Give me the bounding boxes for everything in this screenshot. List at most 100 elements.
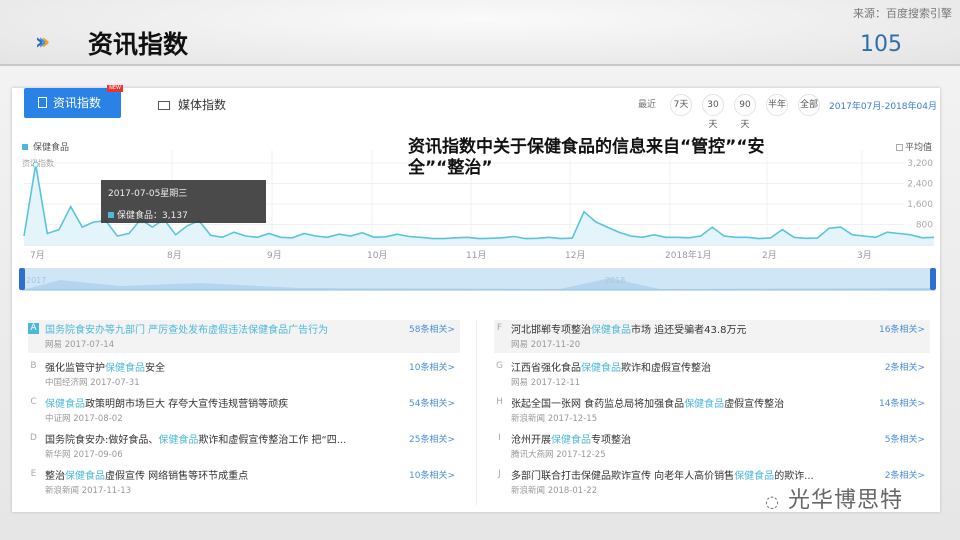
news-source-date: 新浪新闻 2017-12-15 [511, 414, 598, 424]
tooltip-swatch [108, 212, 114, 218]
x-tick-label: 7月 [30, 250, 45, 261]
news-headline[interactable]: 张起全国一张网 食药监总局将加强食品保健食品虚假宣传整治 [511, 395, 784, 410]
keyword-highlight: 保健食品 [65, 471, 105, 482]
news-source-date: 新华网 2017-09-06 [45, 450, 123, 460]
headline-text: 虚假宣传 网络销售等环节成重点 [105, 471, 249, 482]
news-item[interactable]: E 整治保健食品虚假宣传 网络销售等环节成重点 新浪新闻 2017-11-13 … [28, 466, 460, 500]
item-letter: E [30, 469, 37, 479]
news-source-date: 中国经济网 2017-07-31 [45, 378, 140, 388]
headline-text: 政策明朗市场巨大 存夸大宣传违规营销等顽疾 [85, 399, 289, 410]
related-count-link[interactable]: 58条相关> [409, 322, 455, 335]
news-headline[interactable]: 强化监管守护保健食品安全 [45, 359, 165, 374]
keyword-highlight: 保健食品 [581, 363, 621, 374]
item-letter: B [30, 361, 37, 371]
headline-text: 专项整治 [591, 435, 631, 446]
news-headline[interactable]: 多部门联合打击保健品欺诈宣传 向老年人高价销售保健食品的欺诈... [511, 467, 814, 482]
news-item[interactable]: D 国务院食安办:做好食品、保健食品欺诈和虚假宣传整治工作 把“四... 新华网… [28, 430, 460, 464]
x-tick-label: 11月 [466, 250, 486, 261]
keyword-highlight: 保健食品 [158, 435, 199, 446]
related-count-link[interactable]: 2条相关> [885, 360, 925, 373]
item-letter: C [30, 397, 37, 407]
related-count-link[interactable]: 5条相关> [885, 432, 925, 445]
related-count-link[interactable]: 25条相关> [409, 432, 455, 445]
headline-text: 江西省强化食品 [511, 363, 581, 374]
related-count-link[interactable]: 2条相关> [885, 468, 925, 481]
headline-text: 国务院食安办:做好食品、 [45, 435, 159, 446]
y-tick-label: 800 [916, 221, 933, 231]
headline-text: 的欺诈... [774, 471, 814, 482]
related-count-link[interactable]: 54条相关> [409, 396, 455, 409]
news-headline[interactable]: 保健食品政策明朗市场巨大 存夸大宣传违规营销等顽疾 [45, 395, 288, 410]
item-letter: D [30, 433, 37, 443]
related-count-link[interactable]: 14条相关> [879, 396, 925, 409]
x-tick-label: 2018年1月 [665, 249, 712, 261]
news-item[interactable]: H 张起全国一张网 食药监总局将加强食品保健食品虚假宣传整治 新浪新闻 2017… [494, 394, 930, 428]
y-tick-label: 2,400 [907, 180, 933, 190]
item-letter: A [28, 323, 39, 334]
item-letter: J [498, 469, 501, 479]
watermark: ◌ 光华博思特 [765, 482, 903, 514]
x-tick-label: 10月 [367, 250, 387, 261]
news-source-date: 网易 2017-07-14 [45, 340, 115, 350]
item-letter: G [496, 361, 503, 371]
headline-text: 虚假宣传整治 [724, 399, 785, 410]
x-tick-label: 3月 [857, 250, 872, 261]
x-tick-label: 12月 [565, 250, 585, 261]
news-headline[interactable]: 整治保健食品虚假宣传 网络销售等环节成重点 [45, 467, 248, 482]
headline-text: 安全 [145, 363, 165, 374]
news-headline[interactable]: 河北邯郸专项整治保健食品市场 追还受骗者43.8万元 [511, 321, 746, 336]
related-count-link[interactable]: 10条相关> [409, 360, 455, 373]
annotation-text: 资讯指数中关于保健食品的信息来自“管控”“安全”“整治” [408, 137, 765, 178]
y-tick-label: 1,600 [907, 200, 933, 210]
navigator-mid-label: 2018 [605, 276, 625, 285]
headline-text: 欺诈和虚假宣传整治 [621, 363, 711, 374]
navigator-start-label: 2017 [26, 276, 46, 285]
headline-text: 欺诈和虚假宣传整治工作 把“四... [198, 435, 347, 446]
wechat-icon: ◌ [765, 492, 780, 511]
item-letter: H [496, 397, 503, 407]
data-point [32, 161, 39, 168]
item-letter: I [498, 433, 501, 443]
keyword-highlight: 保健食品 [591, 325, 631, 336]
news-headline[interactable]: 沧州开展保健食品专项整治 [511, 431, 631, 446]
news-source-date: 网易 2017-11-20 [511, 340, 581, 350]
news-item[interactable]: G 江西省强化食品保健食品欺诈和虚假宣传整治 网易 2017-12-11 2条相… [494, 358, 930, 392]
headline-text: 国务院食安办等九部门 严厉查处发布虚假违法保健食品广告行为 [45, 325, 329, 336]
tooltip-series: 保健食品 [117, 211, 154, 221]
navigator-right-handle[interactable] [930, 268, 936, 290]
related-count-link[interactable]: 16条相关> [879, 322, 925, 335]
news-source-date: 腾讯大燕网 2017-12-25 [511, 450, 606, 460]
related-count-link[interactable]: 10条相关> [409, 468, 455, 481]
news-item[interactable]: A 国务院食安办等九部门 严厉查处发布虚假违法保健食品广告行为 网易 2017-… [28, 320, 460, 353]
headline-text: 整治 [45, 471, 65, 482]
news-item[interactable]: F 河北邯郸专项整治保健食品市场 追还受骗者43.8万元 网易 2017-11-… [494, 320, 930, 353]
headline-text: 沧州开展 [511, 435, 551, 446]
news-item[interactable]: I 沧州开展保健食品专项整治 腾讯大燕网 2017-12-25 5条相关> [494, 430, 930, 464]
x-tick-label: 2月 [762, 250, 777, 261]
keyword-highlight: 保健食品 [551, 435, 591, 446]
headline-text: 市场 追还受骗者43.8万元 [631, 325, 747, 336]
news-headline[interactable]: 国务院食安办:做好食品、保健食品欺诈和虚假宣传整治工作 把“四... [45, 431, 346, 446]
x-tick-label: 9月 [267, 250, 282, 261]
news-headline[interactable]: 国务院食安办等九部门 严厉查处发布虚假违法保健食品广告行为 [45, 321, 328, 336]
headline-text: 强化监管守护 [45, 363, 105, 374]
keyword-highlight: 保健食品 [105, 363, 145, 374]
news-source-date: 新浪新闻 2017-11-13 [45, 486, 132, 496]
keyword-highlight: 保健食品 [734, 471, 775, 482]
news-source-date: 中证网 2017-08-02 [45, 414, 123, 424]
tooltip-value: 3,137 [162, 211, 188, 221]
headline-text: 张起全国一张网 食药监总局将加强食品 [511, 399, 685, 410]
news-source-date: 新浪新闻 2018-01-22 [511, 486, 598, 496]
news-item[interactable]: C 保健食品政策明朗市场巨大 存夸大宣传违规营销等顽疾 中证网 2017-08-… [28, 394, 460, 428]
keyword-highlight: 保健食品 [45, 399, 85, 410]
y-tick-label: 3,200 [907, 159, 933, 169]
tooltip-date: 2017-07-05星期三 [108, 189, 188, 199]
news-headline[interactable]: 江西省强化食品保健食品欺诈和虚假宣传整治 [511, 359, 711, 374]
x-tick-label: 8月 [167, 250, 182, 261]
headline-text: 多部门联合打击保健品欺诈宣传 向老年人高价销售 [511, 471, 735, 482]
news-item[interactable]: B 强化监管守护保健食品安全 中国经济网 2017-07-31 10条相关> [28, 358, 460, 392]
navigator-left-handle[interactable] [19, 268, 25, 290]
column-divider [476, 320, 477, 505]
headline-text: 河北邯郸专项整治 [511, 325, 591, 336]
item-letter: F [496, 323, 503, 333]
